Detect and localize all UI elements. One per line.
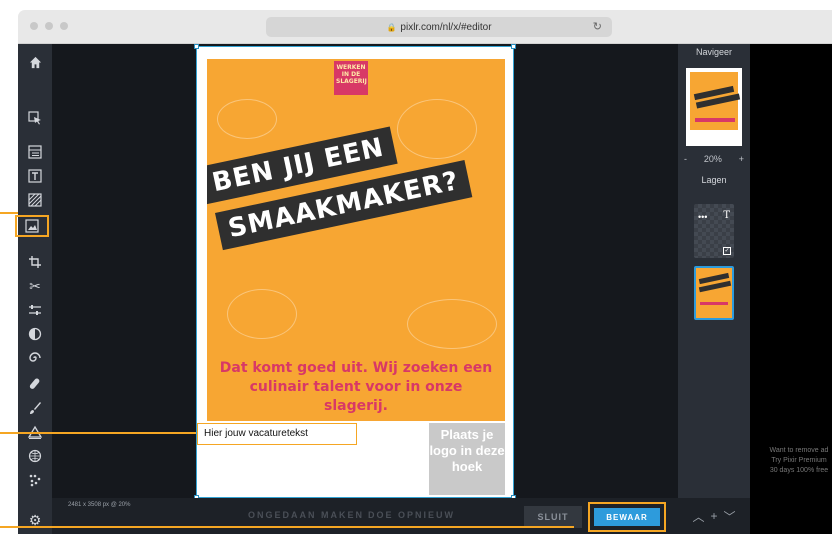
liquify-icon[interactable] [18,346,52,370]
food-sketch-decoration [227,289,297,339]
redo-button[interactable]: DOE OPNIEUW [368,510,455,520]
home-icon[interactable] [18,50,52,74]
undo-button[interactable]: ONGEDAAN MAKEN [248,510,364,520]
editor-app: ✂ ⚙ WERKEN IN DE SLAGERIJ BEN JIJ EEN SM… [15,44,832,534]
filter-icon[interactable] [18,322,52,346]
food-sketch-decoration [217,99,277,139]
layout-icon[interactable] [18,140,52,164]
panel-bottom-controls: ︿ + ﹀ [678,498,750,534]
heal-icon[interactable] [18,372,52,396]
text-layer-icon: T [723,210,730,221]
crop-icon[interactable] [18,250,52,274]
chevron-down-icon[interactable]: ﹀ [724,508,736,525]
text-icon[interactable] [18,164,52,188]
callout-line [0,212,18,214]
canvas-workspace[interactable]: WERKEN IN DE SLAGERIJ BEN JIJ EEN SMAAKM… [52,44,696,500]
layer-image[interactable] [694,266,734,320]
navigator-thumbnail[interactable] [686,68,742,146]
food-sketch-decoration [397,99,477,159]
bottom-bar: 2481 x 3508 px @ 20% ONGEDAAN MAKEN DOE … [52,498,696,534]
chevron-up-icon[interactable]: ︿ [692,508,704,525]
zoom-control: - 20% + [678,154,750,166]
layer-text[interactable]: ••• T ✓ [694,204,734,258]
adjust-icon[interactable] [18,298,52,322]
save-button[interactable]: BEWAAR [594,508,660,526]
cutout-icon[interactable]: ✂ [18,274,52,298]
layers-title: Lagen [701,175,727,185]
poster-background[interactable]: WERKEN IN DE SLAGERIJ BEN JIJ EEN SMAAKM… [207,59,505,421]
promo-text[interactable]: Want to remove ad Try Pixir Premium 30 d… [754,446,832,476]
layer-visibility-checkbox[interactable]: ✓ [723,247,731,255]
navigator-title: Navigeer [695,47,733,57]
layer-options-icon[interactable]: ••• [698,212,707,222]
ad-area: Want to remove ad Try Pixir Premium 30 d… [750,44,832,534]
resize-handle[interactable] [511,44,516,49]
pattern-icon[interactable] [18,188,52,212]
close-button[interactable]: SLUIT [524,506,582,528]
browser-chrome: 🔒 pixlr.com/nl/x/#editor ↻ [18,10,832,44]
settings-icon[interactable]: ⚙ [18,508,52,532]
brand-logo: WERKEN IN DE SLAGERIJ [334,61,368,95]
zoom-out-button[interactable]: - [684,154,687,166]
logo-placeholder[interactable]: Plaats je logo in deze hoek [429,423,505,495]
zoom-in-button[interactable]: + [739,154,744,166]
shape-icon[interactable] [18,444,52,468]
address-bar[interactable]: 🔒 pixlr.com/nl/x/#editor ↻ [266,17,612,37]
url-text: pixlr.com/nl/x/#editor [400,21,492,33]
resize-handle[interactable] [194,44,199,49]
job-text-box[interactable]: Hier jouw vacaturetekst [197,423,357,445]
grid-icon[interactable] [18,468,52,492]
save-highlight: BEWAAR [588,502,666,532]
callout-line [0,526,574,528]
tool-sidebar: ✂ ⚙ [15,44,52,534]
navigator-preview [690,72,741,130]
zoom-level: 20% [703,154,722,164]
reload-icon[interactable]: ↻ [593,20,602,33]
image-icon[interactable] [14,214,50,238]
poster-document[interactable]: WERKEN IN DE SLAGERIJ BEN JIJ EEN SMAAKM… [194,44,516,500]
canvas-dimensions: 2481 x 3508 px @ 20% [68,502,131,508]
brush-icon[interactable] [18,396,52,420]
lock-icon: 🔒 [386,22,397,32]
window-controls[interactable] [30,22,68,30]
callout-line [0,432,196,434]
add-layer-icon[interactable]: + [710,509,717,523]
food-sketch-decoration [407,299,497,349]
right-panel: Navigeer - 20% + Lagen ••• T ✓ [678,44,750,498]
tagline-text[interactable]: Dat komt goed uit. Wij zoeken een culina… [217,359,495,416]
arrange-icon[interactable] [18,106,52,130]
